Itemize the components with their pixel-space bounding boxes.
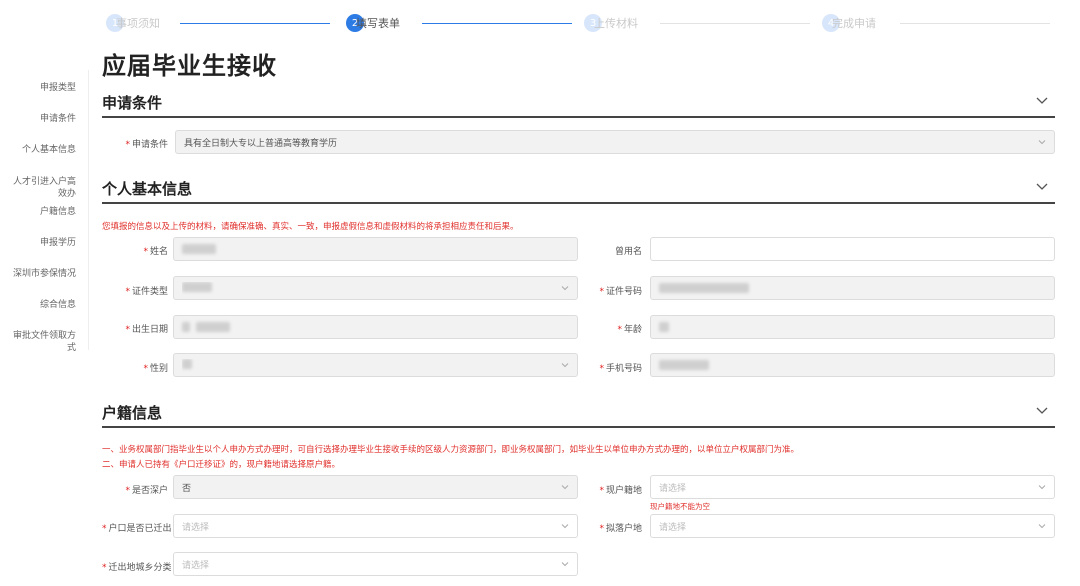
shenzhen-value: 否	[182, 483, 192, 494]
sidebar-item-personal-info[interactable]: 个人基本信息	[0, 144, 76, 156]
shenzhen-select[interactable]: 否	[173, 475, 578, 499]
section-household-header[interactable]: 户籍信息	[102, 402, 1055, 428]
region-type-placeholder: 请选择	[182, 560, 210, 571]
chevron-down-icon[interactable]	[1035, 94, 1049, 108]
age-field[interactable]	[650, 315, 1055, 339]
sidebar-item-conditions[interactable]: 申请条件	[0, 113, 76, 125]
sidebar-item-apply-type[interactable]: 申报类型	[0, 82, 76, 94]
region-type-label: * 迁出地城乡分类	[102, 563, 172, 573]
id-type-label: * 证件类型	[125, 287, 168, 297]
moved-out-label: * 户口是否已迁出	[102, 524, 172, 534]
step-1-label: 事项须知	[116, 17, 160, 30]
chevron-down-icon	[1038, 485, 1046, 490]
redacted-value	[182, 358, 192, 369]
sidebar-item-insurance[interactable]: 深圳市参保情况	[0, 268, 76, 280]
step-2-label: 填写表单	[356, 17, 400, 30]
section-personal-header[interactable]: 个人基本信息	[102, 178, 1055, 204]
sidebar-item-education[interactable]: 申报学历	[0, 237, 76, 249]
step-3-label: 上传材料	[594, 17, 638, 30]
redacted-value	[659, 322, 669, 332]
redacted-value	[659, 360, 709, 370]
phone-label: * 手机号码	[599, 364, 642, 374]
section-household-title: 户籍信息	[102, 404, 163, 422]
chevron-down-icon	[1038, 524, 1046, 529]
current-household-select[interactable]: 请选择	[650, 475, 1055, 499]
birth-field[interactable]	[173, 315, 578, 339]
birth-label: * 出生日期	[125, 325, 168, 335]
page-title: 应届毕业生接收	[102, 52, 277, 80]
household-notice-2: 二、申请人已持有《户口迁移证》的，现户籍地请选择原户籍。	[102, 460, 341, 470]
chevron-down-icon	[561, 286, 569, 291]
step-line-1	[180, 23, 330, 24]
step-line-4	[900, 23, 1050, 24]
redacted-value	[659, 283, 749, 293]
gender-select[interactable]	[173, 353, 578, 377]
settle-place-placeholder: 请选择	[659, 522, 687, 533]
chevron-down-icon	[1038, 140, 1046, 145]
section-conditions-header[interactable]: 申请条件	[102, 92, 1055, 118]
sidebar-item-household[interactable]: 户籍信息	[0, 206, 76, 218]
moved-out-placeholder: 请选择	[182, 522, 210, 533]
redacted-value	[196, 322, 230, 332]
region-type-select[interactable]: 请选择	[173, 552, 578, 576]
current-household-placeholder: 请选择	[659, 483, 687, 494]
section-personal-title: 个人基本信息	[102, 180, 193, 198]
shenzhen-label: * 是否深户	[125, 486, 168, 496]
chevron-down-icon[interactable]	[1035, 180, 1049, 194]
step-progress: 1 事项须知 2 填写表单 3 上传材料 4 完成申请	[100, 10, 1060, 36]
name-field[interactable]	[173, 237, 578, 261]
calendar-icon	[182, 322, 190, 332]
conditions-label: * 申请条件	[125, 140, 168, 150]
step-4-label: 完成申请	[832, 17, 876, 30]
id-number-field[interactable]	[650, 276, 1055, 300]
id-type-select[interactable]	[173, 276, 578, 300]
id-number-label: * 证件号码	[599, 287, 642, 297]
phone-field[interactable]	[650, 353, 1055, 377]
sidebar-item-document-pickup[interactable]: 审批文件领取方式	[12, 330, 76, 354]
sidebar-divider	[88, 70, 89, 350]
sidebar-item-general[interactable]: 综合信息	[0, 299, 76, 311]
step-1: 1 事项须知	[106, 14, 160, 32]
age-label: * 年龄	[617, 325, 642, 335]
step-line-2	[422, 23, 572, 24]
gender-label: * 性别	[143, 364, 168, 374]
current-household-error: 现户籍地不能为空	[650, 502, 710, 511]
name-label: * 姓名	[143, 247, 168, 257]
chevron-down-icon	[561, 363, 569, 368]
conditions-select[interactable]: 具有全日制大专以上普通高等教育学历	[175, 130, 1055, 154]
current-household-label: * 现户籍地	[599, 486, 642, 496]
page: 1 事项须知 2 填写表单 3 上传材料 4 完成申请 应届毕业生接收 申报类型…	[0, 0, 1080, 586]
chevron-down-icon	[561, 485, 569, 490]
household-notice-1: 一、业务权属部门指毕业生以个人申办方式办理时，可自行选择办理毕业生接收手续的区级…	[102, 445, 800, 455]
chevron-down-icon[interactable]	[1035, 404, 1049, 418]
step-line-3	[660, 23, 810, 24]
alias-label: 曾用名	[614, 247, 642, 257]
sidebar-item-talent[interactable]: 人才引进入户高效办	[12, 176, 76, 200]
settle-place-label: * 拟落户地	[599, 524, 642, 534]
step-2: 2 填写表单	[346, 14, 400, 32]
redacted-value	[182, 281, 212, 292]
redacted-value	[182, 244, 216, 254]
section-conditions-title: 申请条件	[102, 94, 163, 112]
step-4: 4 完成申请	[822, 14, 876, 32]
alias-input[interactable]	[650, 237, 1055, 261]
chevron-down-icon	[561, 562, 569, 567]
step-3: 3 上传材料	[584, 14, 638, 32]
personal-notice: 您填报的信息以及上传的材料，请确保准确、真实、一致，申报虚假信息和虚假材料的将承…	[102, 222, 519, 232]
settle-place-select[interactable]: 请选择	[650, 514, 1055, 538]
conditions-value: 具有全日制大专以上普通高等教育学历	[184, 138, 338, 149]
moved-out-select[interactable]: 请选择	[173, 514, 578, 538]
chevron-down-icon	[561, 524, 569, 529]
